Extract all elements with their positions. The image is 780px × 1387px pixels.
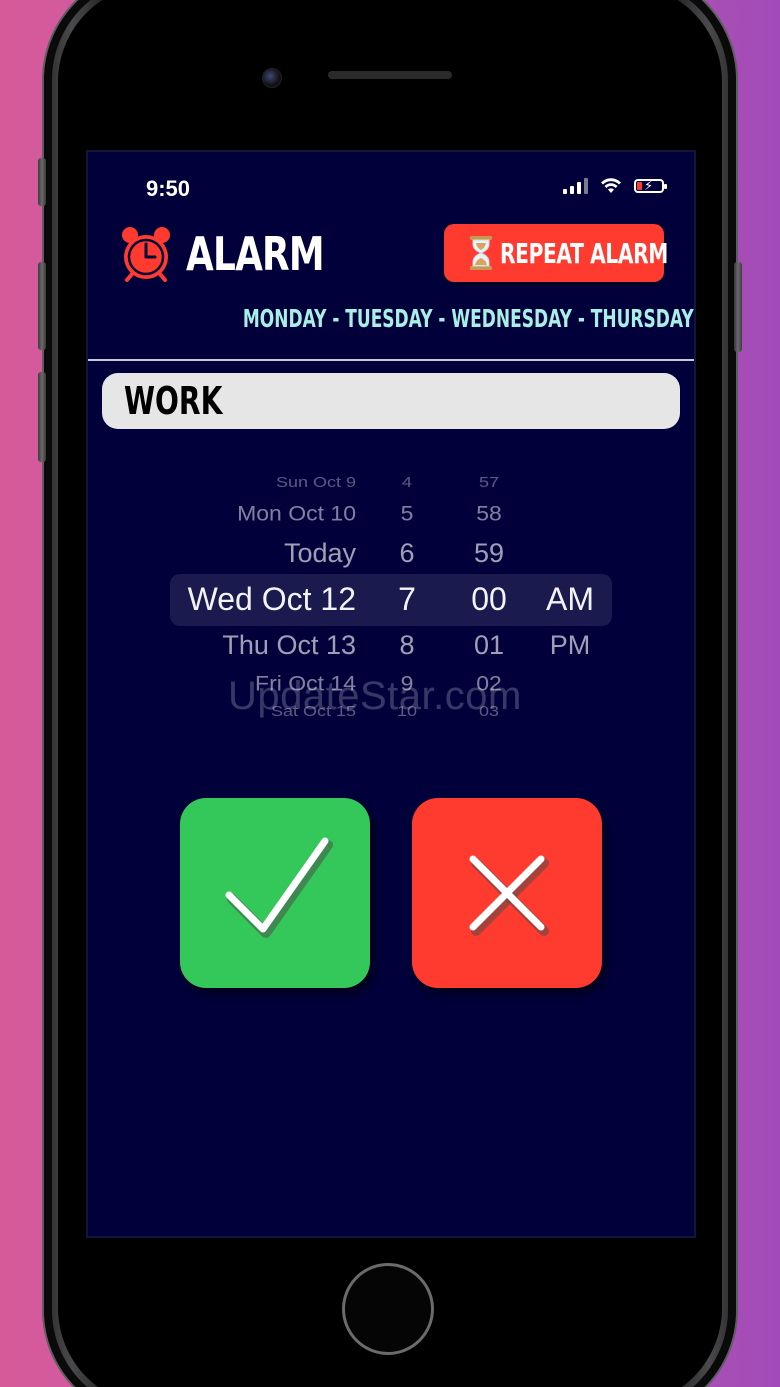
picker-hour-item[interactable]: 4 (378, 474, 436, 491)
volume-down-button (38, 372, 46, 462)
picker-period-item[interactable]: PM (534, 630, 606, 661)
picker-hour-selected[interactable]: 7 (378, 581, 436, 618)
status-time: 9:50 (146, 176, 191, 201)
status-bar: 9:50 ⚡ (88, 152, 694, 224)
alarm-label-value: WORK (124, 379, 223, 423)
picker-hour-item[interactable]: 6 (378, 538, 436, 569)
picker-period-column[interactable]: AM PM (534, 464, 606, 734)
front-camera (262, 68, 282, 88)
status-icons: ⚡ (563, 178, 667, 194)
cellular-signal-icon (563, 178, 588, 194)
header-divider (88, 359, 694, 361)
picker-minute-selected[interactable]: 00 (458, 581, 520, 618)
picker-period-selected[interactable]: AM (534, 581, 606, 618)
picker-minute-item[interactable]: 58 (458, 501, 520, 526)
picker-date-item[interactable]: Mon Oct 10 (148, 501, 356, 526)
power-button (734, 262, 742, 352)
repeat-days-list: MONDAY - TUESDAY - WEDNESDAY - THURSDAY … (88, 304, 694, 333)
checkmark-icon (225, 837, 333, 938)
app-header: ALARM REPEAT ALARM (88, 224, 694, 294)
picker-date-selected[interactable]: Wed Oct 12 (148, 581, 356, 618)
repeat-days-text: MONDAY - TUESDAY - WEDNESDAY - THURSDAY … (242, 304, 694, 333)
confirm-button[interactable] (180, 798, 370, 988)
picker-date-item[interactable]: Today (148, 538, 356, 569)
alarm-title: ALARM (120, 224, 363, 284)
alarm-label-input[interactable]: WORK (102, 373, 680, 429)
watermark: UpdateStar.com (228, 674, 522, 718)
mute-switch (38, 158, 46, 206)
picker-minute-item[interactable]: 59 (458, 538, 520, 569)
battery-icon: ⚡ (634, 178, 667, 193)
page-title: ALARM (186, 227, 325, 281)
app-screen: 9:50 ⚡ ALARM REPEAT ALARM MONDAY - TUESD… (86, 150, 696, 1238)
repeat-alarm-button[interactable]: REPEAT ALARM (444, 224, 668, 282)
home-button[interactable] (342, 1263, 434, 1355)
volume-up-button (38, 262, 46, 350)
earpiece-speaker (328, 71, 452, 79)
cancel-button[interactable] (412, 798, 602, 988)
repeat-alarm-label: REPEAT ALARM (500, 236, 668, 270)
picker-minute-item[interactable]: 57 (458, 474, 520, 491)
x-mark-icon (469, 855, 549, 936)
picker-hour-item[interactable]: 5 (378, 501, 436, 526)
picker-date-item[interactable]: Sun Oct 9 (148, 474, 356, 491)
picker-hour-item[interactable]: 8 (378, 630, 436, 661)
hourglass-icon (470, 236, 492, 270)
picker-date-item[interactable]: Thu Oct 13 (148, 630, 356, 661)
alarm-clock-icon (122, 227, 170, 282)
wifi-icon (601, 178, 621, 193)
picker-minute-item[interactable]: 01 (458, 630, 520, 661)
